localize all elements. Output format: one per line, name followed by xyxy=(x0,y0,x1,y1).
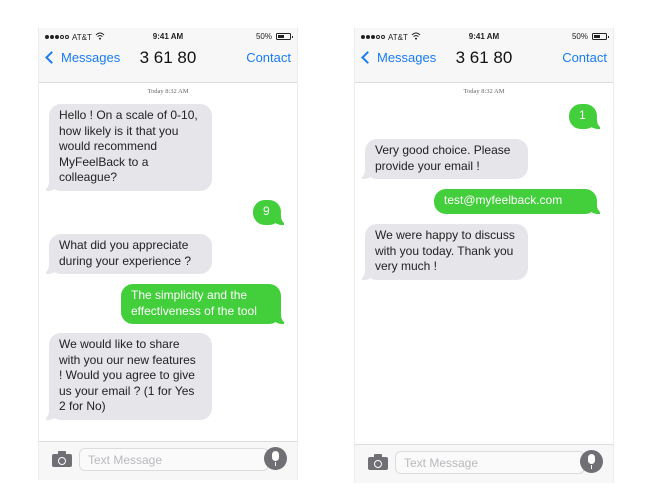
text-message-input[interactable] xyxy=(79,448,269,471)
outgoing-message: 9 xyxy=(253,200,289,225)
back-button-label: Messages xyxy=(377,50,437,65)
message-text: Hello ! On a scale of 0-10, how likely i… xyxy=(59,108,198,184)
outgoing-message: test@myfeelback.com xyxy=(434,189,605,214)
contact-button[interactable]: Contact xyxy=(246,50,291,65)
message-text: What did you appreciate during your expe… xyxy=(59,238,192,268)
message-text: The simplicity and the effectiveness of … xyxy=(131,288,257,318)
microphone-icon[interactable] xyxy=(264,447,287,470)
status-bar: AT&T 9:41 AM 50% xyxy=(45,32,293,44)
status-time: 9:41 AM xyxy=(152,32,184,41)
incoming-message: We would like to share with you our new … xyxy=(41,333,212,420)
battery-icon xyxy=(592,33,609,40)
navigation-header: AT&T 9:41 AM 50% Messages 3 61 80 Contac… xyxy=(39,28,297,83)
message-text: 9 xyxy=(263,204,270,218)
status-bar: AT&T 9:41 AM 50% xyxy=(361,32,609,44)
nav-bar: Messages 3 61 80 Contact xyxy=(355,48,613,72)
outgoing-message: 1 xyxy=(569,104,605,129)
back-button-label: Messages xyxy=(61,50,121,65)
incoming-message: What did you appreciate during your expe… xyxy=(41,234,212,274)
battery-percent: 50% xyxy=(255,32,272,41)
chevron-left-icon xyxy=(45,51,58,64)
camera-icon[interactable] xyxy=(52,451,72,467)
incoming-message: We were happy to discuss with you today.… xyxy=(357,224,528,280)
outgoing-message: The simplicity and the effectiveness of … xyxy=(121,284,289,324)
incoming-message: Hello ! On a scale of 0-10, how likely i… xyxy=(41,104,212,191)
chevron-left-icon xyxy=(361,51,374,64)
microphone-icon[interactable] xyxy=(580,450,603,473)
incoming-message: Very good choice. Please provide your em… xyxy=(357,139,528,179)
nav-bar: Messages 3 61 80 Contact xyxy=(39,48,297,72)
message-composer xyxy=(355,444,613,483)
message-timestamp: Today 8:32 AM xyxy=(463,88,505,95)
phone-screen-left: AT&T 9:41 AM 50% Messages 3 61 80 Contac… xyxy=(38,28,298,480)
phone-screen-right: AT&T 9:41 AM 50% Messages 3 61 80 Contac… xyxy=(354,28,614,483)
message-composer xyxy=(39,441,297,480)
message-text: We would like to share with you our new … xyxy=(59,337,196,413)
message-text: We were happy to discuss with you today.… xyxy=(375,228,515,273)
message-text: test@myfeelback.com xyxy=(444,193,563,207)
back-button[interactable]: Messages xyxy=(45,50,120,65)
battery-percent: 50% xyxy=(571,32,588,41)
status-time: 9:41 AM xyxy=(468,32,500,41)
contact-button[interactable]: Contact xyxy=(562,50,607,65)
message-timestamp: Today 8:32 AM xyxy=(147,88,189,95)
battery-icon xyxy=(276,33,293,40)
back-button[interactable]: Messages xyxy=(361,50,436,65)
message-text: 1 xyxy=(579,108,586,122)
navigation-header: AT&T 9:41 AM 50% Messages 3 61 80 Contac… xyxy=(355,28,613,83)
camera-icon[interactable] xyxy=(368,454,388,470)
text-message-input[interactable] xyxy=(395,451,585,474)
message-text: Very good choice. Please provide your em… xyxy=(375,143,511,173)
